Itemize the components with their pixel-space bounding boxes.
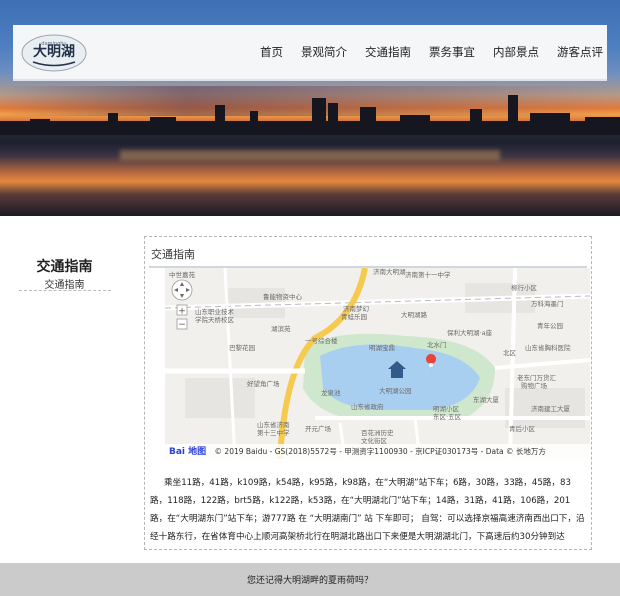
map-canvas[interactable]: + − 中世嘉苑 鲁能物资中心 济南大明湖 山东职业技术 学院天桥校区 济南梦幻… [165, 268, 590, 459]
svg-text:daminghu: daminghu [41, 41, 66, 47]
svg-text:万科海墨门: 万科海墨门 [531, 299, 564, 308]
daminghu-logo[interactable]: 大明湖 daminghu [19, 29, 89, 75]
svg-text:一号综合楼: 一号综合楼 [305, 336, 338, 345]
svg-text:−: − [178, 320, 186, 330]
svg-text:青年公园: 青年公园 [537, 321, 563, 330]
svg-text:济南建工大厦: 济南建工大厦 [531, 404, 571, 413]
svg-text:龙泉池: 龙泉池 [321, 388, 341, 397]
svg-text:老东门万货汇: 老东门万货汇 [517, 373, 557, 382]
city-skyline [0, 95, 620, 135]
nav-traffic-guide[interactable]: 交通指南 [365, 44, 411, 60]
svg-text:山东省济南: 山东省济南 [257, 420, 290, 429]
svg-text:柳行小区: 柳行小区 [511, 283, 538, 292]
svg-text:好望角广场: 好望角广场 [247, 379, 280, 388]
nav-scenery-intro[interactable]: 景观简介 [301, 44, 347, 60]
svg-text:济南梦幻: 济南梦幻 [343, 304, 370, 313]
main-nav: 首页 景观简介 交通指南 票务事宜 内部景点 游客点评 [242, 25, 603, 79]
svg-text:湖滨苑: 湖滨苑 [271, 324, 291, 333]
svg-text:中世嘉苑: 中世嘉苑 [169, 270, 196, 279]
sidebar-link-traffic[interactable]: 交通指南 [0, 276, 129, 291]
page-footer: 您还记得大明湖畔的夏雨荷吗？ [0, 563, 620, 596]
map-copyright: © 2019 Baidu - GS(2018)5572号 - 甲测资字11009… [214, 447, 546, 456]
top-navbar: 大明湖 daminghu 首页 景观简介 交通指南 票务事宜 内部景点 游客点评 [13, 25, 607, 81]
pavilion-icon [391, 368, 403, 378]
svg-text:第十三中学: 第十三中学 [257, 428, 290, 437]
svg-text:济南第十一中学: 济南第十一中学 [405, 270, 451, 279]
baidu-map[interactable]: + − 中世嘉苑 鲁能物资中心 济南大明湖 山东职业技术 学院天桥校区 济南梦幻… [165, 268, 590, 459]
svg-text:东湖大厦: 东湖大厦 [473, 395, 500, 404]
svg-text:山东省政府: 山东省政府 [351, 402, 384, 411]
nav-home[interactable]: 首页 [260, 44, 283, 60]
svg-text:购物广场: 购物广场 [521, 381, 548, 390]
svg-text:北水门: 北水门 [427, 340, 447, 349]
svg-text:济南大明湖: 济南大明湖 [373, 268, 406, 276]
svg-text:山东职业技术: 山东职业技术 [195, 307, 235, 316]
svg-text:鲁能物资中心: 鲁能物资中心 [263, 292, 303, 301]
nav-attractions[interactable]: 内部景点 [493, 44, 539, 60]
svg-text:保利大明湖·a座: 保利大明湖·a座 [447, 328, 493, 337]
svg-text:北区: 北区 [503, 349, 517, 357]
nav-reviews[interactable]: 游客点评 [557, 44, 603, 60]
svg-text:+: + [178, 307, 186, 317]
sidebar-title: 交通指南 [36, 259, 93, 275]
svg-text:东区·五区: 东区·五区 [433, 412, 462, 421]
footer-text: 您还记得大明湖畔的夏雨荷吗？ [246, 576, 373, 586]
svg-text:百花洲历史: 百花洲历史 [361, 428, 394, 437]
map-attribution: Bai 地图 © 2019 Baidu - GS(2018)5572号 - 甲测… [165, 444, 590, 459]
sidebar-divider [19, 290, 111, 291]
svg-text:明湖小区: 明湖小区 [433, 404, 460, 413]
svg-text:巴黎花园: 巴黎花园 [229, 343, 255, 352]
hero-banner: 大明湖 daminghu 首页 景观简介 交通指南 票务事宜 内部景点 游客点评 [0, 0, 620, 216]
water-reflection [120, 150, 500, 160]
nav-tickets[interactable]: 票务事宜 [429, 44, 475, 60]
svg-text:山东省胸科医院: 山东省胸科医院 [525, 343, 571, 352]
svg-text:大明湖公园: 大明湖公园 [379, 386, 412, 395]
svg-text:明湖宝鼎: 明湖宝鼎 [369, 343, 395, 352]
svg-text:开元广场: 开元广场 [305, 424, 332, 433]
svg-text:青蛙乐园: 青蛙乐园 [341, 312, 367, 321]
svg-text:青后小区: 青后小区 [509, 424, 536, 433]
svg-text:学院天桥校区: 学院天桥校区 [195, 315, 235, 324]
panel-title: 交通指南 [151, 248, 195, 261]
baidu-logo[interactable]: Bai 地图 [169, 445, 206, 459]
svg-text:大明湖路: 大明湖路 [401, 310, 428, 319]
directions-text: 乘坐11路，41路，k109路，k54路，k95路，k98路，在“大明湖”站下车… [150, 478, 585, 542]
